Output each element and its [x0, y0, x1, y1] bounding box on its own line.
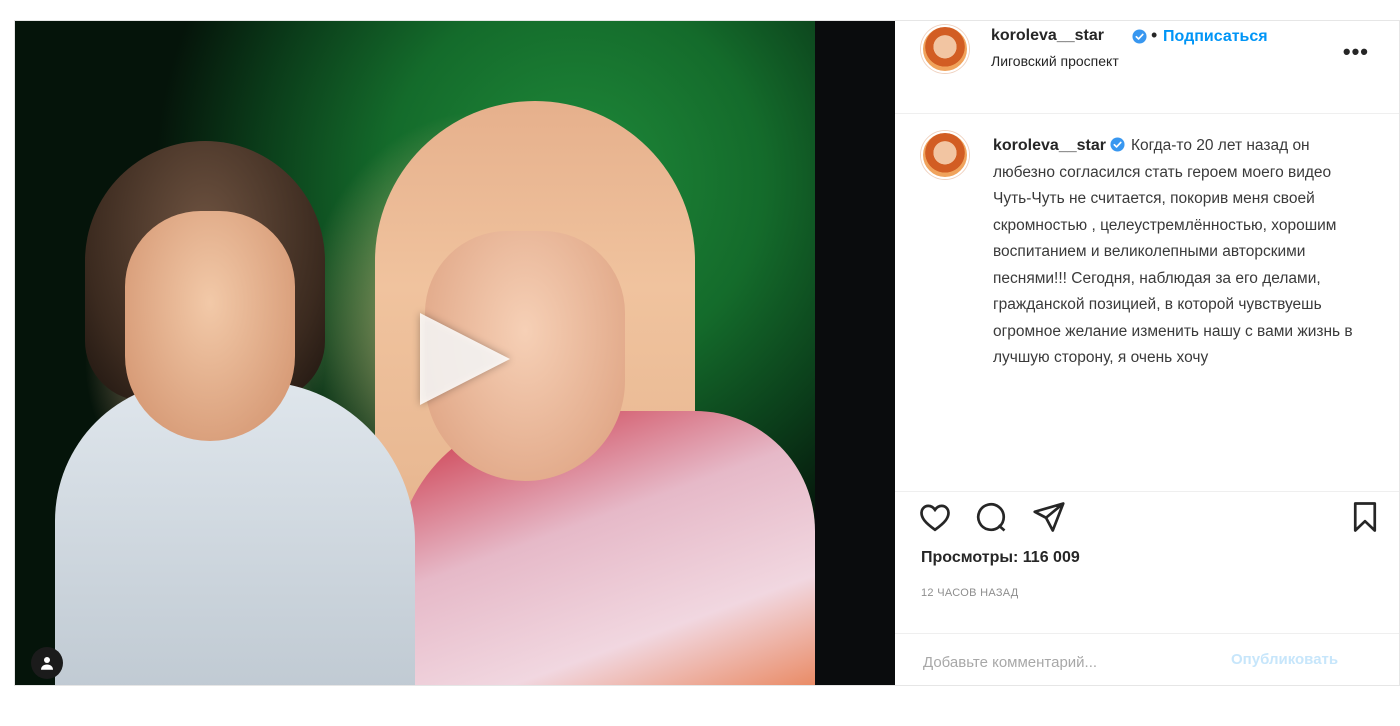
bookmark-icon	[1353, 502, 1377, 532]
man-face	[125, 211, 295, 441]
paper-plane-icon	[1033, 502, 1065, 532]
follow-button[interactable]: Подписаться	[1163, 28, 1268, 46]
action-bar	[895, 497, 1399, 541]
post-location[interactable]: Лиговский проспект	[991, 53, 1119, 69]
verified-badge-icon	[1132, 29, 1147, 44]
play-icon[interactable]	[420, 313, 510, 405]
caption-avatar[interactable]	[921, 131, 969, 179]
comment-input[interactable]	[921, 649, 1225, 675]
more-options-icon[interactable]: •••	[1343, 39, 1369, 65]
like-button[interactable]	[915, 497, 955, 537]
caption-username[interactable]: koroleva__star	[993, 137, 1106, 154]
separator-dot: •	[1151, 25, 1158, 45]
post-video[interactable]	[15, 21, 895, 685]
divider	[895, 113, 1399, 114]
divider	[895, 491, 1399, 492]
caption-body: koroleva__star Когда-то 20 лет назад он л…	[993, 133, 1353, 372]
comment-button[interactable]	[971, 497, 1011, 537]
post-sidebar: koroleva__star • Подписаться Лиговский п…	[895, 21, 1399, 685]
instagram-post: koroleva__star • Подписаться Лиговский п…	[14, 20, 1400, 686]
heart-icon	[920, 504, 950, 532]
comment-icon	[976, 502, 1006, 532]
view-count: Просмотры: 116 009	[921, 549, 1080, 566]
author-username[interactable]: koroleva__star	[991, 27, 1104, 45]
verified-badge-icon	[1110, 137, 1125, 152]
publish-button[interactable]: Опубликовать	[1231, 651, 1338, 668]
author-avatar[interactable]	[921, 25, 969, 73]
save-button[interactable]	[1345, 497, 1385, 537]
divider	[895, 633, 1399, 634]
post-caption: koroleva__star Когда-то 20 лет назад он л…	[895, 131, 1399, 491]
share-button[interactable]	[1029, 497, 1069, 537]
video-letterbox	[815, 21, 895, 685]
user-tag-icon[interactable]	[31, 647, 63, 679]
caption-message: Когда-то 20 лет назад он любезно согласи…	[993, 137, 1353, 366]
post-time[interactable]: 12 часов назад	[921, 587, 1019, 599]
post-header: koroleva__star • Подписаться Лиговский п…	[895, 21, 1399, 93]
